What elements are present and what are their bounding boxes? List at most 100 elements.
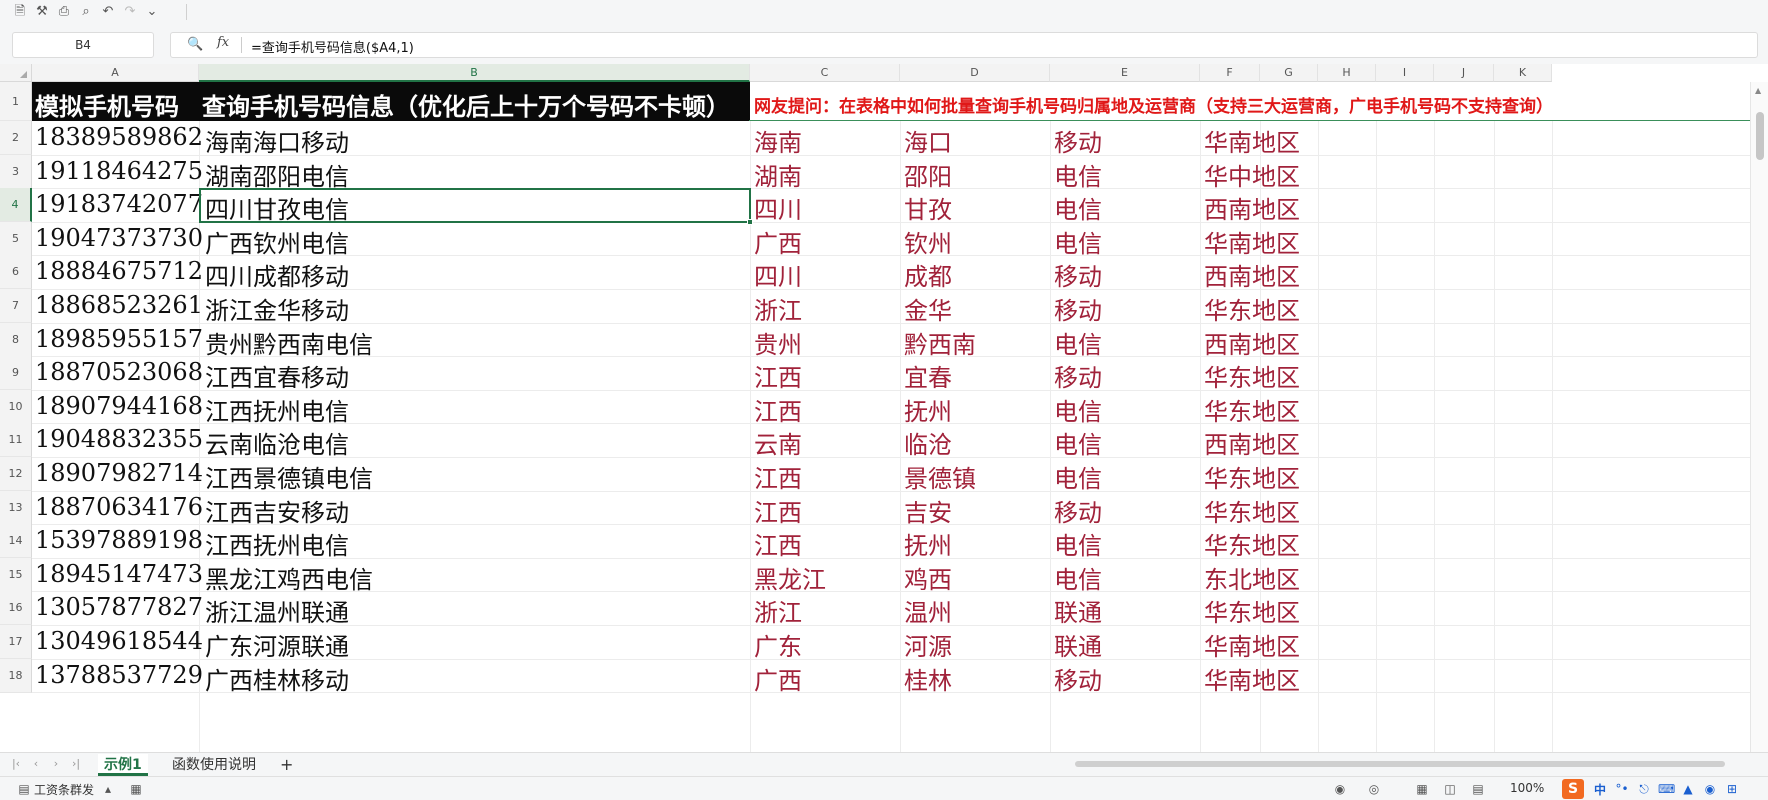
region-cell[interactable]: 华南地区 bbox=[1204, 224, 1300, 259]
carrier-cell[interactable]: 电信 bbox=[1054, 392, 1102, 427]
region-cell[interactable]: 华东地区 bbox=[1204, 358, 1300, 393]
region-cell[interactable]: 华东地区 bbox=[1204, 526, 1300, 561]
city-cell[interactable]: 海口 bbox=[904, 123, 952, 158]
city-cell[interactable]: 温州 bbox=[904, 593, 952, 628]
province-cell[interactable]: 广西 bbox=[754, 224, 802, 259]
province-cell[interactable]: 贵州 bbox=[754, 325, 802, 360]
last-sheet-icon[interactable]: ›| bbox=[70, 756, 82, 772]
fx-icon[interactable]: fx bbox=[217, 35, 229, 50]
region-cell[interactable]: 西南地区 bbox=[1204, 325, 1300, 360]
print-icon[interactable]: ⎙ bbox=[54, 2, 74, 22]
info-cell[interactable]: 四川甘孜电信 bbox=[205, 190, 349, 225]
next-sheet-icon[interactable]: › bbox=[50, 756, 62, 772]
column-header-d[interactable]: D bbox=[900, 64, 1050, 82]
name-box[interactable]: B4 bbox=[12, 32, 154, 58]
phone-cell[interactable]: 19048832355 bbox=[35, 425, 203, 453]
city-cell[interactable]: 抚州 bbox=[904, 526, 952, 561]
city-cell[interactable]: 抚州 bbox=[904, 392, 952, 427]
city-cell[interactable]: 邵阳 bbox=[904, 157, 952, 192]
province-cell[interactable]: 四川 bbox=[754, 257, 802, 292]
info-cell[interactable]: 湖南邵阳电信 bbox=[205, 157, 349, 192]
page-break-icon[interactable]: ▤ bbox=[1470, 781, 1486, 797]
phone-cell[interactable]: 18907982714 bbox=[35, 459, 203, 487]
city-cell[interactable]: 临沧 bbox=[904, 425, 952, 460]
row-header[interactable]: 12 bbox=[0, 457, 32, 491]
phone-cell[interactable]: 13788537729 bbox=[35, 661, 203, 689]
row-header[interactable]: 5 bbox=[0, 222, 32, 256]
carrier-cell[interactable]: 电信 bbox=[1054, 224, 1102, 259]
first-sheet-icon[interactable]: |‹ bbox=[10, 756, 22, 772]
province-cell[interactable]: 黑龙江 bbox=[754, 560, 826, 595]
column-header-i[interactable]: I bbox=[1376, 64, 1434, 82]
carrier-cell[interactable]: 联通 bbox=[1054, 627, 1102, 662]
city-cell[interactable]: 甘孜 bbox=[904, 190, 952, 225]
carrier-cell[interactable]: 移动 bbox=[1054, 358, 1102, 393]
province-cell[interactable]: 四川 bbox=[754, 190, 802, 225]
column-header-a[interactable]: A bbox=[32, 64, 199, 82]
column-header-h[interactable]: H bbox=[1318, 64, 1376, 82]
more-icon[interactable]: ⌄ bbox=[142, 2, 162, 22]
fill-handle[interactable] bbox=[747, 219, 753, 225]
scroll-up-icon[interactable]: ▲ bbox=[1755, 86, 1761, 95]
province-cell[interactable]: 江西 bbox=[754, 392, 802, 427]
region-cell[interactable]: 华东地区 bbox=[1204, 459, 1300, 494]
column-header-g[interactable]: G bbox=[1260, 64, 1318, 82]
phone-cell[interactable]: 13057877827 bbox=[35, 593, 203, 621]
column-header-f[interactable]: F bbox=[1200, 64, 1260, 82]
row-header[interactable]: 7 bbox=[0, 289, 32, 323]
spreadsheet-grid[interactable]: 模拟手机号码 查询手机号码信息（优化后上十万个号码不卡顿） 网友提问：在表格中如… bbox=[32, 82, 1750, 762]
city-cell[interactable]: 黔西南 bbox=[904, 325, 976, 360]
city-cell[interactable]: 金华 bbox=[904, 291, 952, 326]
province-cell[interactable]: 云南 bbox=[754, 425, 802, 460]
page-layout-icon[interactable]: ◫ bbox=[1442, 781, 1458, 797]
region-cell[interactable]: 华南地区 bbox=[1204, 661, 1300, 696]
region-cell[interactable]: 西南地区 bbox=[1204, 257, 1300, 292]
zoom-icon[interactable]: 🔍 bbox=[187, 36, 205, 54]
phone-cell[interactable]: 18389589862 bbox=[35, 123, 203, 151]
carrier-cell[interactable]: 移动 bbox=[1054, 661, 1102, 696]
carrier-cell[interactable]: 电信 bbox=[1054, 425, 1102, 460]
prev-sheet-icon[interactable]: ‹ bbox=[30, 756, 42, 772]
phone-cell[interactable]: 19183742077 bbox=[35, 190, 203, 218]
row-header[interactable]: 11 bbox=[0, 423, 32, 457]
row-header[interactable]: 16 bbox=[0, 591, 32, 625]
header-cell-b1[interactable]: 查询手机号码信息（优化后上十万个号码不卡顿） bbox=[202, 87, 730, 122]
payslip-icon[interactable]: ▤ bbox=[16, 781, 32, 797]
info-cell[interactable]: 江西吉安移动 bbox=[205, 493, 349, 528]
info-cell[interactable]: 贵州黔西南电信 bbox=[205, 325, 373, 360]
info-cell[interactable]: 广西桂林移动 bbox=[205, 661, 349, 696]
province-cell[interactable]: 江西 bbox=[754, 459, 802, 494]
province-cell[interactable]: 海南 bbox=[754, 123, 802, 158]
horizontal-scrollbar[interactable] bbox=[1060, 759, 1740, 769]
add-sheet-button[interactable]: + bbox=[280, 755, 293, 774]
row-header[interactable]: 6 bbox=[0, 255, 32, 289]
row-header[interactable]: 10 bbox=[0, 390, 32, 424]
normal-view-icon[interactable]: ▦ bbox=[1414, 781, 1430, 797]
city-cell[interactable]: 钦州 bbox=[904, 224, 952, 259]
carrier-cell[interactable]: 电信 bbox=[1054, 526, 1102, 561]
info-cell[interactable]: 江西抚州电信 bbox=[205, 392, 349, 427]
carrier-cell[interactable]: 联通 bbox=[1054, 593, 1102, 628]
row-header[interactable]: 3 bbox=[0, 155, 32, 189]
region-cell[interactable]: 西南地区 bbox=[1204, 425, 1300, 460]
row-header[interactable]: 4 bbox=[0, 188, 32, 222]
phone-cell[interactable]: 15397889198 bbox=[35, 526, 203, 554]
carrier-cell[interactable]: 电信 bbox=[1054, 560, 1102, 595]
question-cell-c1[interactable]: 网友提问：在表格中如何批量查询手机号码归属地及运营商（支持三大运营商，广电手机号… bbox=[754, 92, 1553, 117]
menu-grid-icon[interactable]: ⊞ bbox=[1724, 781, 1740, 797]
row-header[interactable]: 2 bbox=[0, 121, 32, 155]
info-cell[interactable]: 广东河源联通 bbox=[205, 627, 349, 662]
focus-mode-icon[interactable]: ◎ bbox=[1366, 781, 1382, 797]
info-cell[interactable]: 广西钦州电信 bbox=[205, 224, 349, 259]
payslip-send-label[interactable]: 工资条群发 bbox=[34, 781, 94, 798]
phone-cell[interactable]: 18945147473 bbox=[35, 560, 203, 588]
info-cell[interactable]: 四川成都移动 bbox=[205, 257, 349, 292]
region-cell[interactable]: 华东地区 bbox=[1204, 493, 1300, 528]
region-cell[interactable]: 华中地区 bbox=[1204, 157, 1300, 192]
sheet-tab-function-guide[interactable]: 函数使用说明 bbox=[166, 754, 262, 776]
region-cell[interactable]: 华东地区 bbox=[1204, 392, 1300, 427]
phone-cell[interactable]: 18985955157 bbox=[35, 325, 203, 353]
column-header-k[interactable]: K bbox=[1494, 64, 1552, 82]
sheet-tab-example1[interactable]: 示例1 bbox=[98, 754, 148, 776]
formula-input[interactable]: 🔍 fx =查询手机号码信息($A4,1) bbox=[170, 32, 1758, 58]
